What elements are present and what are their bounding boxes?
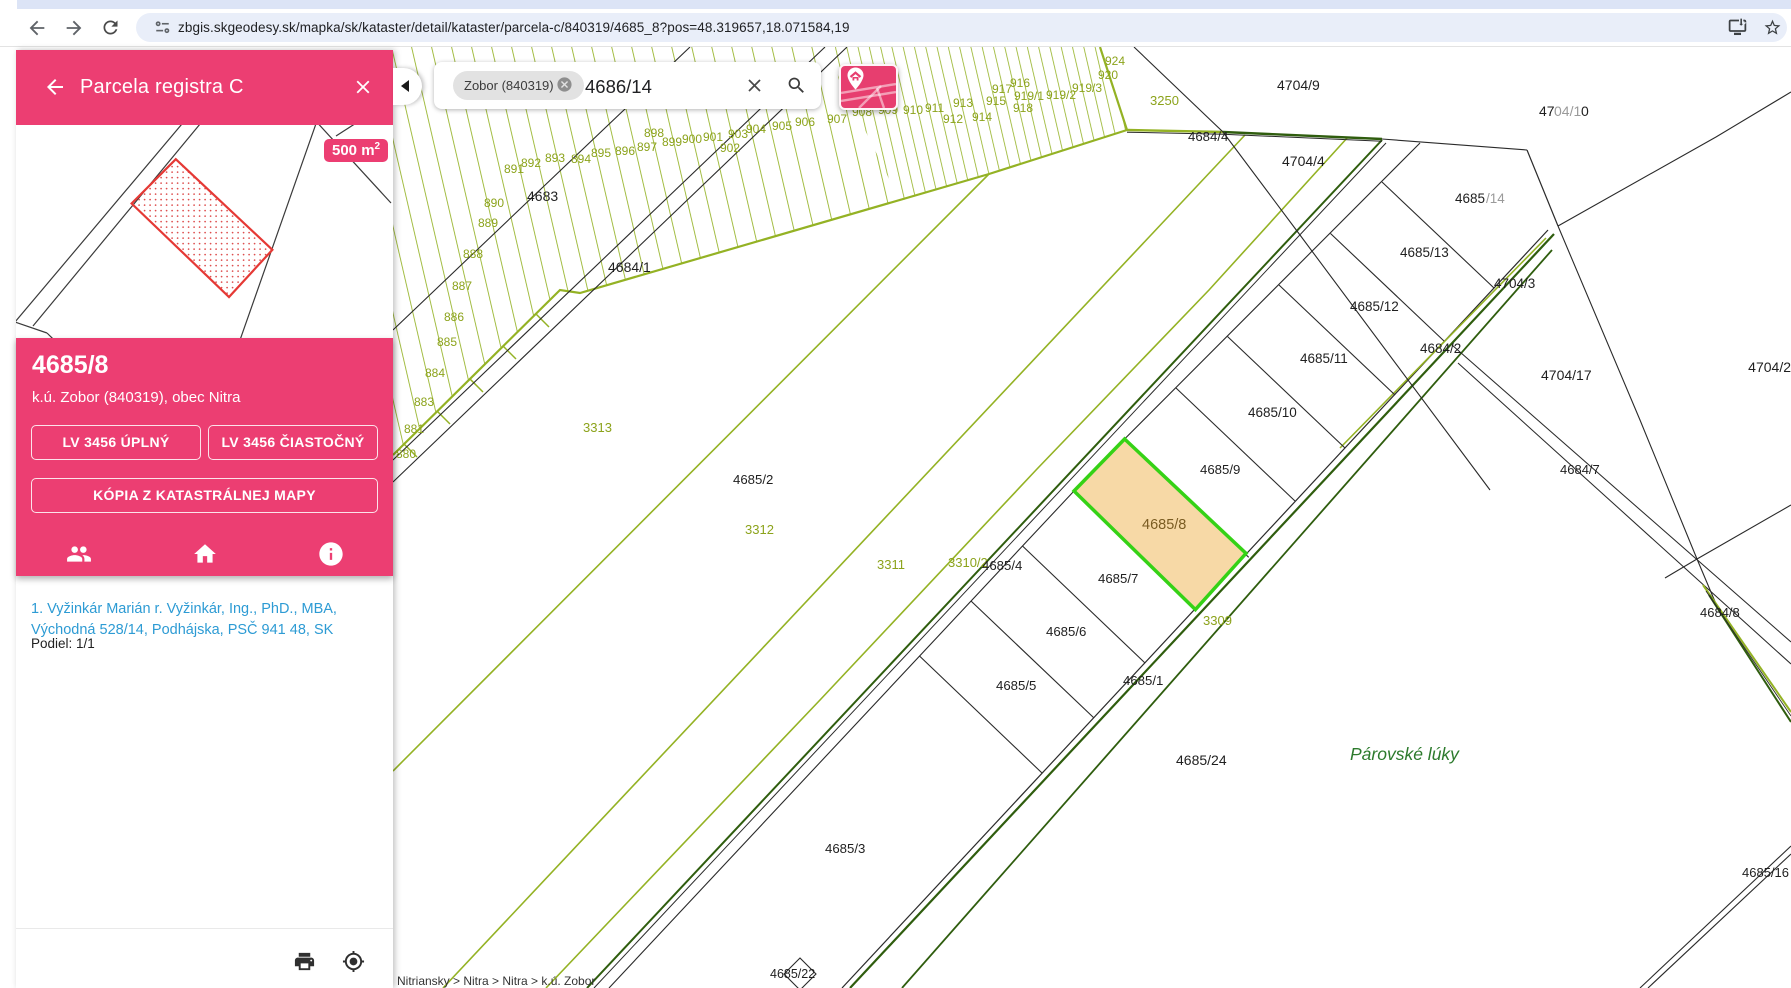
- svg-text:919/3: 919/3: [1072, 81, 1102, 95]
- svg-text:902: 902: [720, 141, 740, 155]
- svg-text:4685/8: 4685/8: [1142, 517, 1186, 533]
- svg-text:4683: 4683: [527, 188, 558, 204]
- svg-text:920: 920: [1098, 68, 1118, 82]
- svg-text:4685/24: 4685/24: [1176, 752, 1227, 768]
- svg-text:899: 899: [662, 135, 682, 149]
- svg-text:4685/13: 4685/13: [1400, 245, 1449, 260]
- svg-text:900: 900: [682, 132, 702, 146]
- svg-text:907: 907: [827, 112, 847, 126]
- svg-text:4704/2: 4704/2: [1748, 359, 1791, 375]
- svg-text:4685/22: 4685/22: [770, 967, 815, 981]
- svg-text:4685/4: 4685/4: [982, 558, 1022, 573]
- svg-text:4685/7: 4685/7: [1098, 571, 1138, 586]
- svg-text:4685: 4685: [1455, 191, 1485, 206]
- svg-text:913: 913: [953, 96, 973, 110]
- svg-text:3311: 3311: [877, 557, 905, 572]
- svg-text:4704/4: 4704/4: [1282, 153, 1325, 169]
- svg-text:/14: /14: [1486, 191, 1505, 206]
- svg-text:4685/5: 4685/5: [996, 678, 1036, 693]
- svg-text:4685/9: 4685/9: [1200, 462, 1240, 477]
- svg-text:917: 917: [992, 82, 1012, 96]
- svg-text:918: 918: [1013, 101, 1033, 115]
- svg-text:880: 880: [396, 447, 416, 461]
- svg-text:885: 885: [437, 335, 457, 349]
- svg-text:890: 890: [484, 196, 504, 210]
- svg-text:3313: 3313: [583, 420, 612, 435]
- svg-text:4684/8: 4684/8: [1700, 605, 1740, 620]
- svg-text:884: 884: [425, 366, 445, 380]
- svg-text:910: 910: [903, 103, 923, 117]
- svg-text:887: 887: [452, 279, 472, 293]
- svg-text:892: 892: [521, 156, 541, 170]
- svg-text:4684/2: 4684/2: [1420, 341, 1461, 356]
- svg-text:912: 912: [943, 112, 963, 126]
- svg-text:4685/11: 4685/11: [1300, 351, 1348, 366]
- svg-text:893: 893: [545, 151, 565, 165]
- svg-text:4685/16: 4685/16: [1742, 865, 1789, 880]
- svg-text:Párovské lúky: Párovské lúky: [1350, 744, 1460, 764]
- svg-text:915: 915: [986, 94, 1006, 108]
- svg-text:4685/10: 4685/10: [1248, 405, 1297, 420]
- svg-text:4685/3: 4685/3: [825, 841, 865, 856]
- svg-text:924: 924: [1105, 54, 1125, 68]
- svg-text:4685/1: 4685/1: [1123, 673, 1163, 688]
- svg-text:883: 883: [414, 395, 434, 409]
- svg-text:897: 897: [637, 140, 657, 154]
- svg-text:895: 895: [591, 146, 611, 160]
- svg-text:919/1: 919/1: [1014, 89, 1044, 103]
- svg-text:886: 886: [444, 310, 464, 324]
- svg-text:3309: 3309: [1203, 613, 1232, 628]
- svg-text:881: 881: [404, 422, 424, 436]
- svg-text:4684/4: 4684/4: [1188, 129, 1228, 144]
- svg-text:3250: 3250: [1150, 93, 1179, 108]
- svg-text:4684/1: 4684/1: [608, 259, 651, 275]
- svg-text:905: 905: [772, 119, 792, 133]
- svg-text:914: 914: [972, 110, 992, 124]
- svg-text:4704/9: 4704/9: [1277, 77, 1320, 93]
- svg-text:4685/2: 4685/2: [733, 472, 773, 487]
- svg-text:4704/17: 4704/17: [1541, 367, 1592, 383]
- svg-text:896: 896: [615, 144, 635, 158]
- svg-text:4685/6: 4685/6: [1046, 624, 1086, 639]
- svg-text:894: 894: [571, 152, 591, 166]
- svg-text:916: 916: [1010, 76, 1030, 90]
- svg-text:4704/3: 4704/3: [1494, 276, 1535, 291]
- svg-text:0: 0: [1581, 103, 1589, 119]
- svg-text:04/1: 04/1: [1554, 103, 1581, 119]
- svg-text:47: 47: [1539, 103, 1555, 119]
- svg-text:911: 911: [925, 101, 944, 115]
- svg-text:906: 906: [795, 115, 815, 129]
- svg-text:3312: 3312: [745, 522, 774, 537]
- svg-text:4685/12: 4685/12: [1350, 299, 1399, 314]
- svg-text:4684/7: 4684/7: [1560, 462, 1600, 477]
- svg-text:888: 888: [463, 247, 483, 261]
- svg-text:889: 889: [478, 216, 498, 230]
- svg-text:904: 904: [746, 122, 766, 136]
